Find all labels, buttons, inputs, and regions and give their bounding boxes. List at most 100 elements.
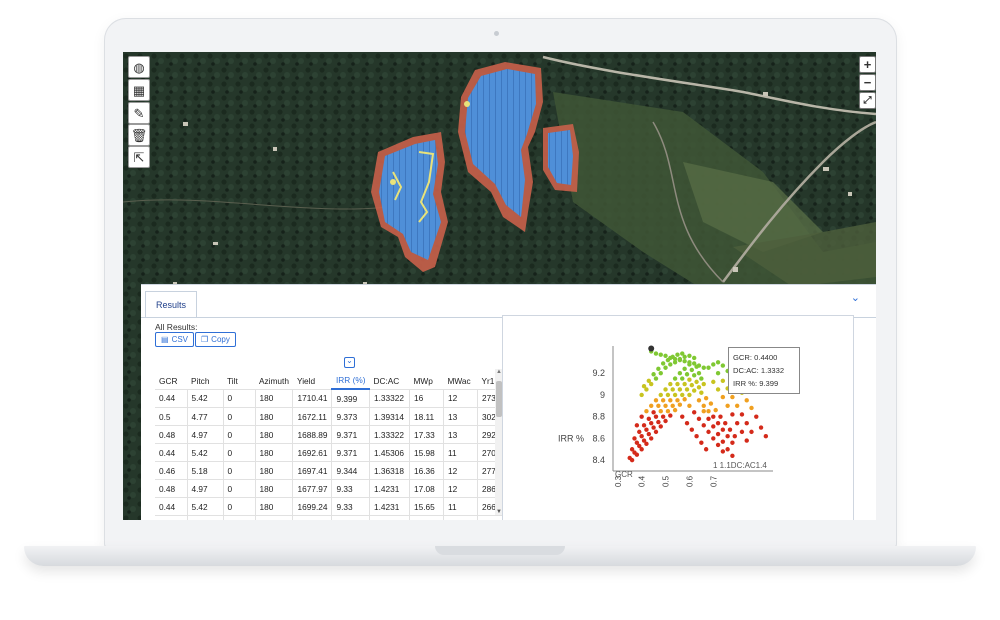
scatter-point (711, 379, 716, 385)
tooltip-irr-value: 9.399 (759, 379, 779, 388)
trash-icon[interactable]: 🗑 (128, 124, 150, 146)
scatter-point (720, 363, 726, 368)
table-cell: 9.399 (331, 388, 370, 408)
zoom-in-button[interactable]: + (859, 56, 876, 73)
table-cell: 15.98 (408, 443, 444, 462)
scatter-point (730, 394, 735, 400)
scatter-point (739, 412, 745, 417)
column-header[interactable]: MWac (443, 363, 477, 389)
scatter-point (744, 398, 749, 403)
table-row[interactable]: 0.48 4.97 0 180 1677.97 9.33 1.4231 17.08 12 2865 (155, 479, 508, 498)
fullscreen-button[interactable]: ⤢ (859, 92, 876, 109)
column-header[interactable]: Pitch (187, 363, 223, 389)
scatter-point (758, 425, 764, 430)
globe-icon[interactable]: ◍ (128, 56, 150, 78)
scatter-point (684, 387, 690, 392)
irr-scatter-chart[interactable]: 9.298.88.68.40.3 0.4 0.5 0.6 0.7IRR %GCR1 1.… (503, 316, 853, 520)
scatter-point (651, 410, 656, 415)
scatter-point (677, 402, 683, 407)
scatter-point (665, 409, 671, 414)
scatter-point (641, 384, 647, 389)
y-tick-label: 8.4 (592, 455, 605, 465)
scatter-point (725, 434, 730, 439)
table-cell: 0 (222, 425, 255, 444)
scatter-point (641, 423, 647, 428)
column-header-sorted[interactable]: IRR (%) (331, 363, 370, 390)
table-cell: 0 (222, 407, 255, 426)
table-cell: 9.33 (331, 497, 370, 516)
table-cell: 1.4231 (368, 497, 410, 516)
scatter-point (715, 431, 721, 437)
table-row[interactable]: 0.44 5.42 0 180 1710.41 9.399 1.33322 16 12 2736 (155, 388, 508, 408)
column-header[interactable]: Tilt (223, 363, 255, 389)
table-row[interactable]: 0.44 5.42 0 180 1692.61 9.371 1.45306 15.98 11 27… (155, 443, 508, 462)
scatter-point (727, 427, 733, 432)
scatter-point (720, 427, 726, 432)
scatter-point (715, 370, 721, 376)
tab-results[interactable]: Results (145, 291, 198, 318)
table-cell: 0.44 (155, 497, 187, 516)
table-row[interactable]: 0.44 5.42 0 180 1699.24 9.33 1.4231 15.65 11 2660 (155, 497, 508, 516)
table-cell: 1677.97 (292, 479, 332, 498)
scatter-point (706, 409, 711, 414)
scatter-point (689, 382, 695, 388)
scatter-point (699, 440, 704, 445)
table-cell: 16.36 (408, 461, 444, 480)
chart-tooltip: GCR: 0.4400 DC:AC: 1.3332 IRR %: 9.399 (728, 347, 800, 394)
scatter-point (653, 429, 659, 435)
scatter-point (658, 352, 663, 357)
scatter-point (663, 403, 668, 408)
scatter-point (663, 387, 668, 392)
scatter-point (660, 414, 666, 419)
x-tick-label: 0.7 (709, 475, 718, 487)
scatter-point (691, 388, 697, 393)
table-row[interactable]: 0.5 4.77 0 180 1672.11 9.373 1.39314 18.11 13 302… (155, 407, 508, 426)
scatter-point (658, 424, 663, 429)
csv-button[interactable]: ▤ CSV (155, 332, 195, 347)
y-tick-label: 9 (600, 390, 605, 400)
column-header[interactable]: Azimuth (255, 363, 293, 389)
zoom-out-button[interactable]: − (859, 74, 876, 91)
collapse-icon[interactable]: ⌄ (851, 291, 860, 304)
scatter-point (734, 420, 740, 426)
scatter-point (682, 397, 687, 402)
table-cell: 0 (222, 497, 255, 516)
export-icon[interactable]: ⇱ (128, 146, 150, 168)
scatter-point (730, 440, 735, 445)
scatter-point (701, 409, 706, 414)
scatter-point (711, 362, 716, 367)
scatter-point (725, 447, 730, 452)
scatter-point (701, 423, 706, 428)
scatter-point (663, 418, 668, 424)
column-header[interactable]: MWp (409, 363, 443, 389)
table-cell: 1.36318 (368, 461, 410, 480)
pencil-icon[interactable]: ✎ (128, 102, 150, 124)
column-header[interactable]: GCR (155, 363, 187, 389)
table-row[interactable]: 0.48 4.97 0 180 1688.89 9.371 1.33322 17.33 13 29… (155, 425, 508, 444)
results-panel: Results ⌄ All Results: ▤ CSV ❐ Copy ⌄ GC… (141, 284, 876, 520)
table-cell: 9.371 (331, 443, 370, 462)
table-row[interactable]: 0.425.6801801718.589.331.3631814.9911257… (155, 515, 508, 520)
scatter-point (696, 385, 702, 390)
table-cell: 4.97 (186, 479, 223, 498)
column-header[interactable]: DC:AC (369, 363, 409, 389)
table-row[interactable]: 0.46 5.18 0 180 1697.41 9.344 1.36318 16.36 12 27… (155, 461, 508, 480)
scatter-point (696, 398, 702, 403)
scatter-point (665, 357, 671, 363)
scatter-point (720, 378, 726, 383)
scatter-point (715, 420, 721, 426)
scatter-point (670, 387, 675, 392)
table-cell: 5.68 (186, 515, 223, 520)
grid-icon[interactable]: ▦ (128, 79, 150, 101)
scatter-point (687, 360, 692, 365)
table-cell: 5.18 (186, 461, 223, 480)
copy-button[interactable]: ❐ Copy (195, 332, 236, 347)
scatter-point (637, 429, 642, 435)
tooltip-irr-label: IRR %: (733, 379, 758, 388)
column-header[interactable]: Yield (293, 363, 332, 389)
table-cell: 1.45306 (368, 443, 410, 462)
table-cell: 0.48 (155, 479, 187, 498)
table-cell: 0.44 (155, 388, 187, 408)
scatter-point (682, 366, 687, 372)
table-cell: 180 (254, 407, 293, 426)
